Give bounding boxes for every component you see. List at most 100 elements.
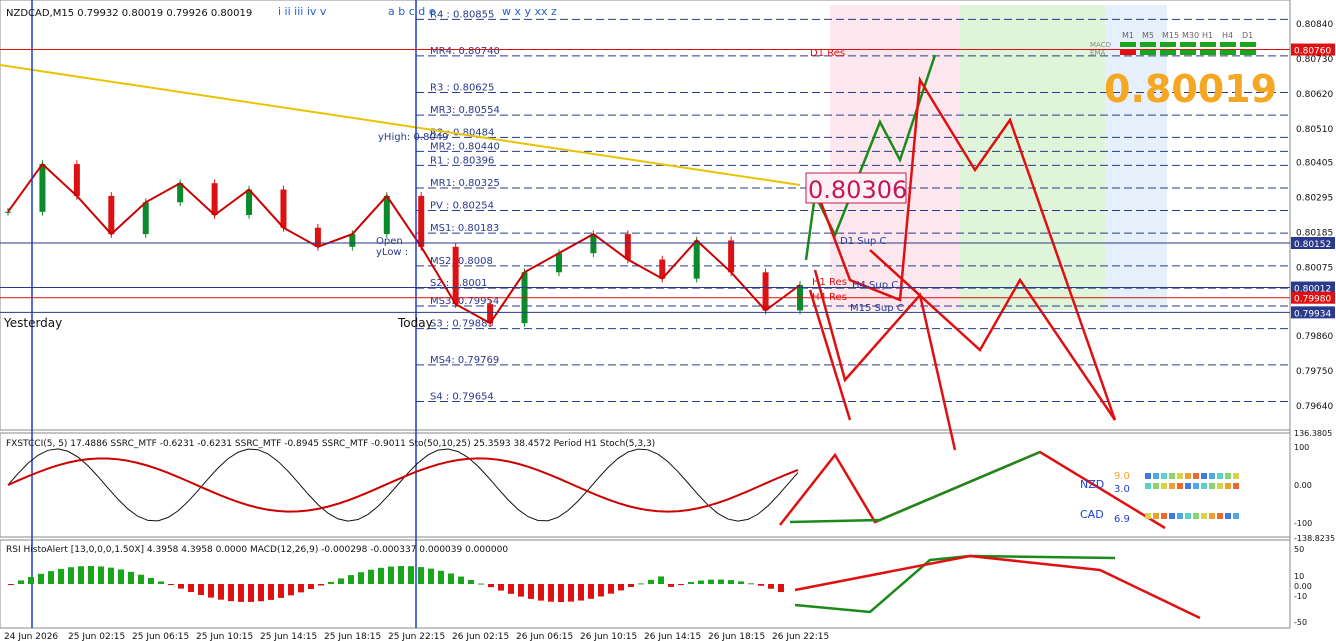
time-axis: 24 Jun 2026 25 Jun 02:15 25 Jun 06:15 25 Ju… xyxy=(4,632,829,641)
strength-cell xyxy=(1185,483,1191,489)
macd-title: RSI HistoAlert [13,0,0,0,1.50X] 4.3958 4… xyxy=(6,545,508,555)
price-tick-label: 0.80295 xyxy=(1296,194,1333,204)
strength-cell xyxy=(1161,513,1167,519)
strength-cell xyxy=(1169,483,1175,489)
price-tag-label: 0.79934 xyxy=(1294,309,1331,319)
macd-bar xyxy=(178,584,184,589)
macd-axis-label: 10 xyxy=(1294,572,1304,581)
time-tick-label: 24 Jun 2026 xyxy=(4,632,58,641)
macd-bar xyxy=(238,584,244,602)
macd-bar xyxy=(658,576,664,584)
price-tag-label: 0.80152 xyxy=(1294,240,1331,250)
today-label: Today xyxy=(397,316,433,330)
strength-cell xyxy=(1209,473,1215,479)
strength-cell xyxy=(1145,483,1151,489)
timeframe-label: H4 xyxy=(1222,31,1233,40)
macd-bar xyxy=(218,584,224,600)
time-tick-label: 25 Jun 06:15 xyxy=(132,632,189,641)
macd-bar xyxy=(248,584,254,602)
candle-body xyxy=(452,246,459,305)
macd-bar xyxy=(198,584,204,596)
strength-cell xyxy=(1193,473,1199,479)
macd-bar xyxy=(398,566,404,584)
candle-body xyxy=(108,195,115,235)
strength-cell xyxy=(1225,473,1231,479)
strength-cell xyxy=(1177,473,1183,479)
strength-cell xyxy=(1193,483,1199,489)
macd-bar xyxy=(348,575,354,584)
d1-sup-label: D1 Sup C xyxy=(840,236,886,247)
cci-axis: 136.3805 100 0.00 -100 -138.8235 xyxy=(1294,429,1335,543)
strength-cell xyxy=(1233,483,1239,489)
ema-signal-cell xyxy=(1140,50,1156,55)
cci-axis-label: 100 xyxy=(1294,443,1309,452)
pivot-label: MR1: 0.80325 xyxy=(430,178,500,189)
time-tick-label: 26 Jun 10:15 xyxy=(580,632,637,641)
macd-bar xyxy=(368,569,374,584)
candle-body xyxy=(383,195,390,235)
price-tick-label: 0.80840 xyxy=(1296,20,1333,30)
big-box-value: 0.80306 xyxy=(808,176,907,204)
strength-cell xyxy=(1201,513,1207,519)
macd-bar xyxy=(318,584,324,586)
trading-chart: R4 : 0.80855 MR4: 0.80740 R3 : 0.80625 MR3:… xyxy=(0,0,1335,641)
macd-bar xyxy=(458,576,464,584)
macd-bar xyxy=(748,583,754,585)
macd-bar xyxy=(388,566,394,584)
pivot-label: MS4: 0.79769 xyxy=(430,355,499,366)
macd-axis-label: 0.00 xyxy=(1294,582,1312,591)
price-tick-label: 0.79640 xyxy=(1296,402,1333,412)
time-tick-label: 25 Jun 22:15 xyxy=(388,632,445,641)
pivot-label: MS1: 0.80183 xyxy=(430,223,499,234)
abc-labels: a b c d e xyxy=(388,5,436,18)
macd-bar xyxy=(718,579,724,584)
price-tick-label: 0.80730 xyxy=(1296,55,1333,65)
macd-bar xyxy=(158,581,164,584)
candle-body xyxy=(693,240,700,279)
price-tick-label: 0.80620 xyxy=(1296,90,1333,100)
macd-axis-label: -10 xyxy=(1294,592,1307,601)
macd-bar xyxy=(528,584,534,599)
green-zone xyxy=(960,5,1105,310)
macd-bar xyxy=(358,572,364,584)
candle-body xyxy=(349,234,356,247)
price-tag-label: 0.80760 xyxy=(1294,47,1331,57)
pink-zone xyxy=(830,5,960,310)
macd-signal-cell xyxy=(1240,42,1256,47)
strength-cell xyxy=(1145,473,1151,479)
strength-nzd-value: 9.0 xyxy=(1114,471,1130,482)
macd-bar xyxy=(588,584,594,599)
macd-bar xyxy=(468,579,474,584)
strength-cell xyxy=(1193,513,1199,519)
macd-bar xyxy=(428,568,434,584)
strength-cell xyxy=(1233,513,1239,519)
roman-labels: i ii iii iv v xyxy=(278,5,327,18)
cci-axis-label: 136.3805 xyxy=(1294,429,1332,438)
candle-body xyxy=(590,234,597,254)
pivot-label: R3 : 0.80625 xyxy=(430,83,494,94)
macd-bar xyxy=(688,582,694,584)
ema-signal-cell xyxy=(1220,50,1236,55)
macd-bar xyxy=(378,567,384,584)
macd-bar xyxy=(118,569,124,584)
macd-bar xyxy=(508,584,514,594)
macd-bar xyxy=(338,578,344,584)
macd-bar xyxy=(108,567,114,584)
strength-cell xyxy=(1145,513,1151,519)
macd-axis: 50 100.00-10 -50 xyxy=(1294,545,1312,627)
macd-axis-label: 50 xyxy=(1294,545,1304,554)
time-tick-label: 26 Jun 18:15 xyxy=(708,632,765,641)
macd-bar xyxy=(288,584,294,596)
price-tick-label: 0.80510 xyxy=(1296,125,1333,135)
timeframe-label: M5 xyxy=(1142,31,1154,40)
candle-body xyxy=(728,240,735,273)
macd-bar xyxy=(48,571,54,584)
macd-bar xyxy=(28,576,34,584)
yhigh-label: yHigh: 0.8049 xyxy=(378,132,448,143)
strength-cell xyxy=(1209,483,1215,489)
ema-signal-cell xyxy=(1180,50,1196,55)
strength-mid-value: 3.0 xyxy=(1114,484,1130,495)
strength-cell xyxy=(1153,473,1159,479)
macd-bar xyxy=(88,566,94,584)
macd-bar xyxy=(568,584,574,602)
